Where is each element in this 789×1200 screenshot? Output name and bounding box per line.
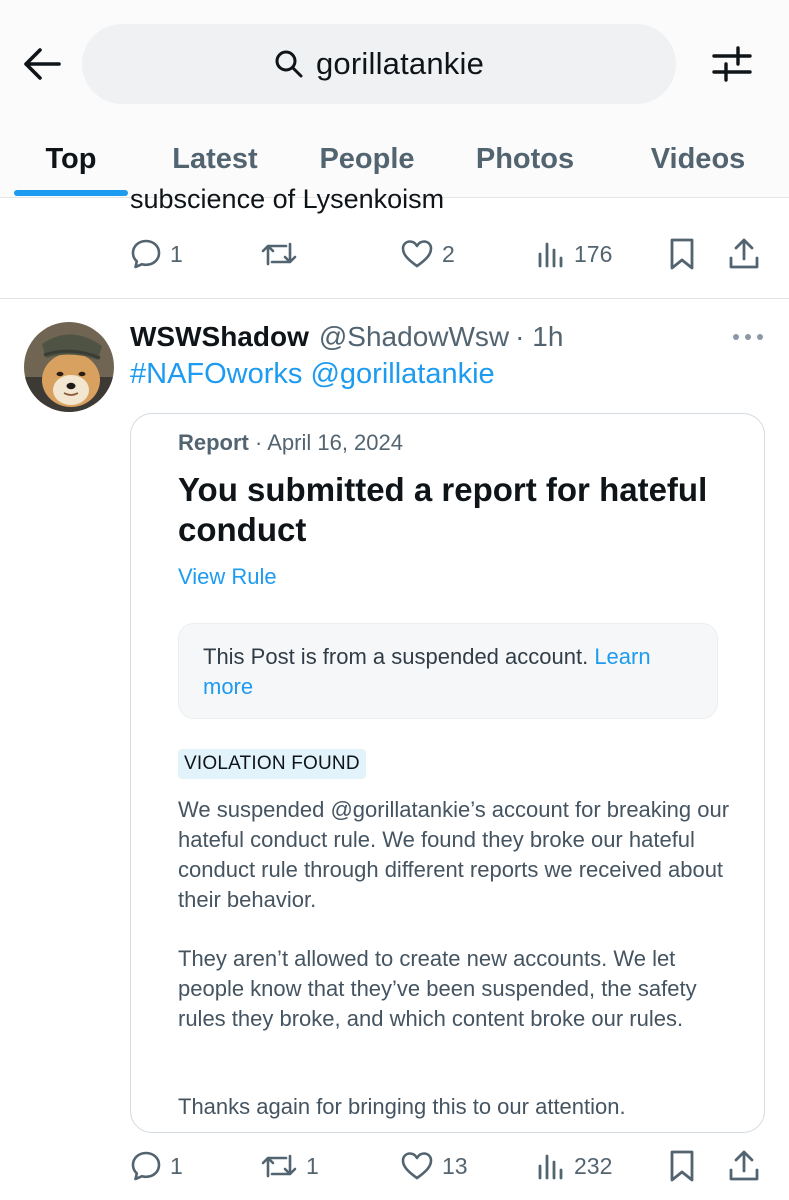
report-paragraph-2: They aren’t allowed to create new accoun… bbox=[178, 946, 697, 1031]
report-date: · April 16, 2024 bbox=[255, 430, 403, 455]
search-input[interactable]: gorillatankie bbox=[82, 24, 676, 104]
reply-count: 1 bbox=[170, 240, 183, 267]
like-count: 13 bbox=[442, 1152, 468, 1179]
views-button[interactable]: 176 bbox=[536, 234, 612, 274]
back-button[interactable] bbox=[20, 42, 64, 86]
reply-icon bbox=[131, 239, 161, 269]
views-button[interactable]: 232 bbox=[536, 1146, 612, 1186]
reply-icon bbox=[131, 1151, 161, 1181]
tweet-divider bbox=[0, 298, 789, 299]
more-dots-icon bbox=[733, 334, 763, 340]
previous-tweet-text: subscience of Lysenkoism bbox=[130, 186, 444, 216]
sliders-icon bbox=[712, 46, 752, 82]
reply-button[interactable]: 1 bbox=[130, 1146, 183, 1186]
search-icon bbox=[275, 50, 303, 78]
views-icon bbox=[538, 1154, 563, 1180]
tweet-header: WSWShadow @ShadowWsw · 1h bbox=[130, 318, 563, 356]
report-meta: Report · April 16, 2024 bbox=[178, 430, 403, 456]
post-time: · 1h bbox=[515, 321, 564, 352]
view-rule-link[interactable]: View Rule bbox=[178, 564, 277, 590]
share-button[interactable] bbox=[728, 234, 760, 274]
heart-icon bbox=[401, 1152, 433, 1180]
repost-count: 1 bbox=[306, 1152, 319, 1179]
display-name[interactable]: WSWShadow bbox=[130, 321, 309, 353]
tweet-text: #NAFOworks @gorillatankie bbox=[130, 358, 495, 391]
view-count: 176 bbox=[574, 240, 613, 267]
share-icon bbox=[729, 1150, 759, 1181]
repost-icon bbox=[261, 1154, 297, 1178]
reply-count: 1 bbox=[170, 1152, 183, 1179]
violation-badge: VIOLATION FOUND bbox=[178, 749, 366, 779]
arrow-left-icon bbox=[24, 48, 61, 80]
views-icon bbox=[538, 242, 563, 268]
report-screenshot-card[interactable]: Report · April 16, 2024 You submitted a … bbox=[130, 413, 765, 1133]
suspended-notice: This Post is from a suspended account. L… bbox=[178, 623, 718, 719]
user-handle[interactable]: @ShadowWsw bbox=[319, 321, 509, 353]
bookmark-button[interactable] bbox=[668, 1146, 696, 1186]
suspended-notice-text: This Post is from a suspended account. bbox=[203, 644, 595, 669]
like-button[interactable]: 13 bbox=[400, 1146, 468, 1186]
avatar[interactable] bbox=[24, 322, 114, 412]
report-paragraph-1: We suspended @gorillatankie’s account fo… bbox=[178, 797, 730, 912]
repost-icon bbox=[261, 242, 297, 266]
hashtag-link[interactable]: #NAFOworks bbox=[130, 358, 302, 390]
bookmark-button[interactable] bbox=[668, 234, 696, 274]
bookmark-icon bbox=[670, 238, 694, 270]
tab-videos[interactable]: Videos bbox=[634, 126, 762, 192]
search-filter-button[interactable] bbox=[708, 42, 756, 86]
search-header: gorillatankie Top Latest People Photos V… bbox=[0, 0, 789, 198]
like-count: 2 bbox=[442, 240, 455, 267]
report-category: Report bbox=[178, 430, 249, 455]
previous-tweet-actions: 1 2 176 bbox=[130, 234, 770, 274]
previous-tweet-text-tail: subscience of Lysenkoism bbox=[130, 186, 445, 214]
tab-top[interactable]: Top bbox=[14, 126, 128, 192]
reply-button[interactable]: 1 bbox=[130, 234, 183, 274]
share-icon bbox=[729, 238, 759, 269]
bookmark-icon bbox=[670, 1150, 694, 1182]
repost-button[interactable]: 1 bbox=[260, 1146, 319, 1186]
active-tab-indicator bbox=[14, 190, 128, 196]
report-paragraph-3: Thanks again for bringing this to our at… bbox=[178, 1094, 626, 1119]
tab-people[interactable]: People bbox=[304, 126, 430, 192]
like-button[interactable]: 2 bbox=[400, 234, 455, 274]
tab-photos[interactable]: Photos bbox=[462, 126, 588, 192]
tweet-actions: 1 1 13 232 bbox=[130, 1146, 770, 1186]
tab-latest[interactable]: Latest bbox=[156, 126, 274, 192]
heart-icon bbox=[401, 240, 433, 268]
report-title: You submitted a report for hateful condu… bbox=[178, 471, 708, 548]
share-button[interactable] bbox=[728, 1146, 760, 1186]
shiba-avatar-image bbox=[24, 322, 114, 412]
more-options-button[interactable] bbox=[728, 322, 768, 352]
search-query: gorillatankie bbox=[315, 46, 485, 81]
repost-button[interactable] bbox=[260, 234, 306, 274]
view-count: 232 bbox=[574, 1152, 613, 1179]
mention-link[interactable]: @gorillatankie bbox=[310, 358, 494, 390]
